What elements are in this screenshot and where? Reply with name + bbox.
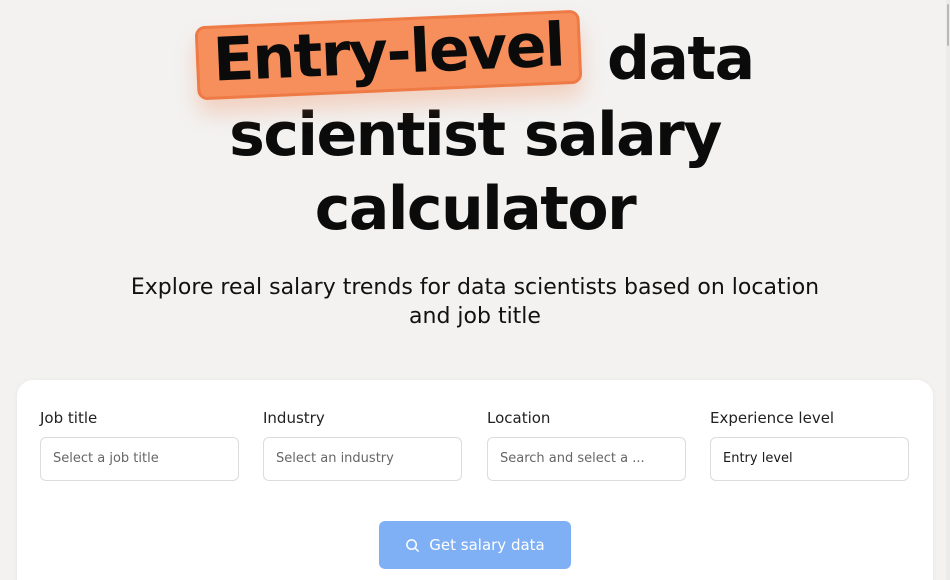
search-icon <box>405 538 420 553</box>
job-title-select[interactable]: Select a job title <box>40 437 239 481</box>
location-label: Location <box>487 409 551 427</box>
job-title-label: Job title <box>40 409 98 427</box>
industry-field: Industry Select an industry <box>263 408 462 481</box>
title-line-2: scientist salary <box>229 100 722 170</box>
subtitle-line-1: Explore real salary trends for data scie… <box>130 275 820 300</box>
title-highlight: Entry-level <box>195 9 583 101</box>
get-salary-data-button[interactable]: Get salary data <box>379 521 571 569</box>
title-word-data: data <box>606 24 755 94</box>
salary-form-card: Job title Select a job title Industry Se… <box>17 380 933 580</box>
location-field: Location Search and select a ... <box>487 408 686 481</box>
page-subtitle: Explore real salary trends for data scie… <box>0 273 950 331</box>
industry-label: Industry <box>263 409 325 427</box>
title-line-3: calculator <box>314 174 637 244</box>
subtitle-line-2: and job title <box>409 304 541 329</box>
experience-select[interactable]: Entry level <box>710 437 909 481</box>
page-title: Entry-level data scientist salary calcul… <box>0 9 950 246</box>
job-title-field: Job title Select a job title <box>40 408 239 481</box>
get-salary-data-label: Get salary data <box>429 536 545 554</box>
industry-select[interactable]: Select an industry <box>263 437 462 481</box>
location-search-input[interactable]: Search and select a ... <box>487 437 686 481</box>
experience-label: Experience level <box>710 409 835 427</box>
page: Entry-level data scientist salary calcul… <box>0 0 950 580</box>
title-line-1: Entry-level data <box>0 9 950 101</box>
experience-field: Experience level Entry level <box>710 408 909 481</box>
